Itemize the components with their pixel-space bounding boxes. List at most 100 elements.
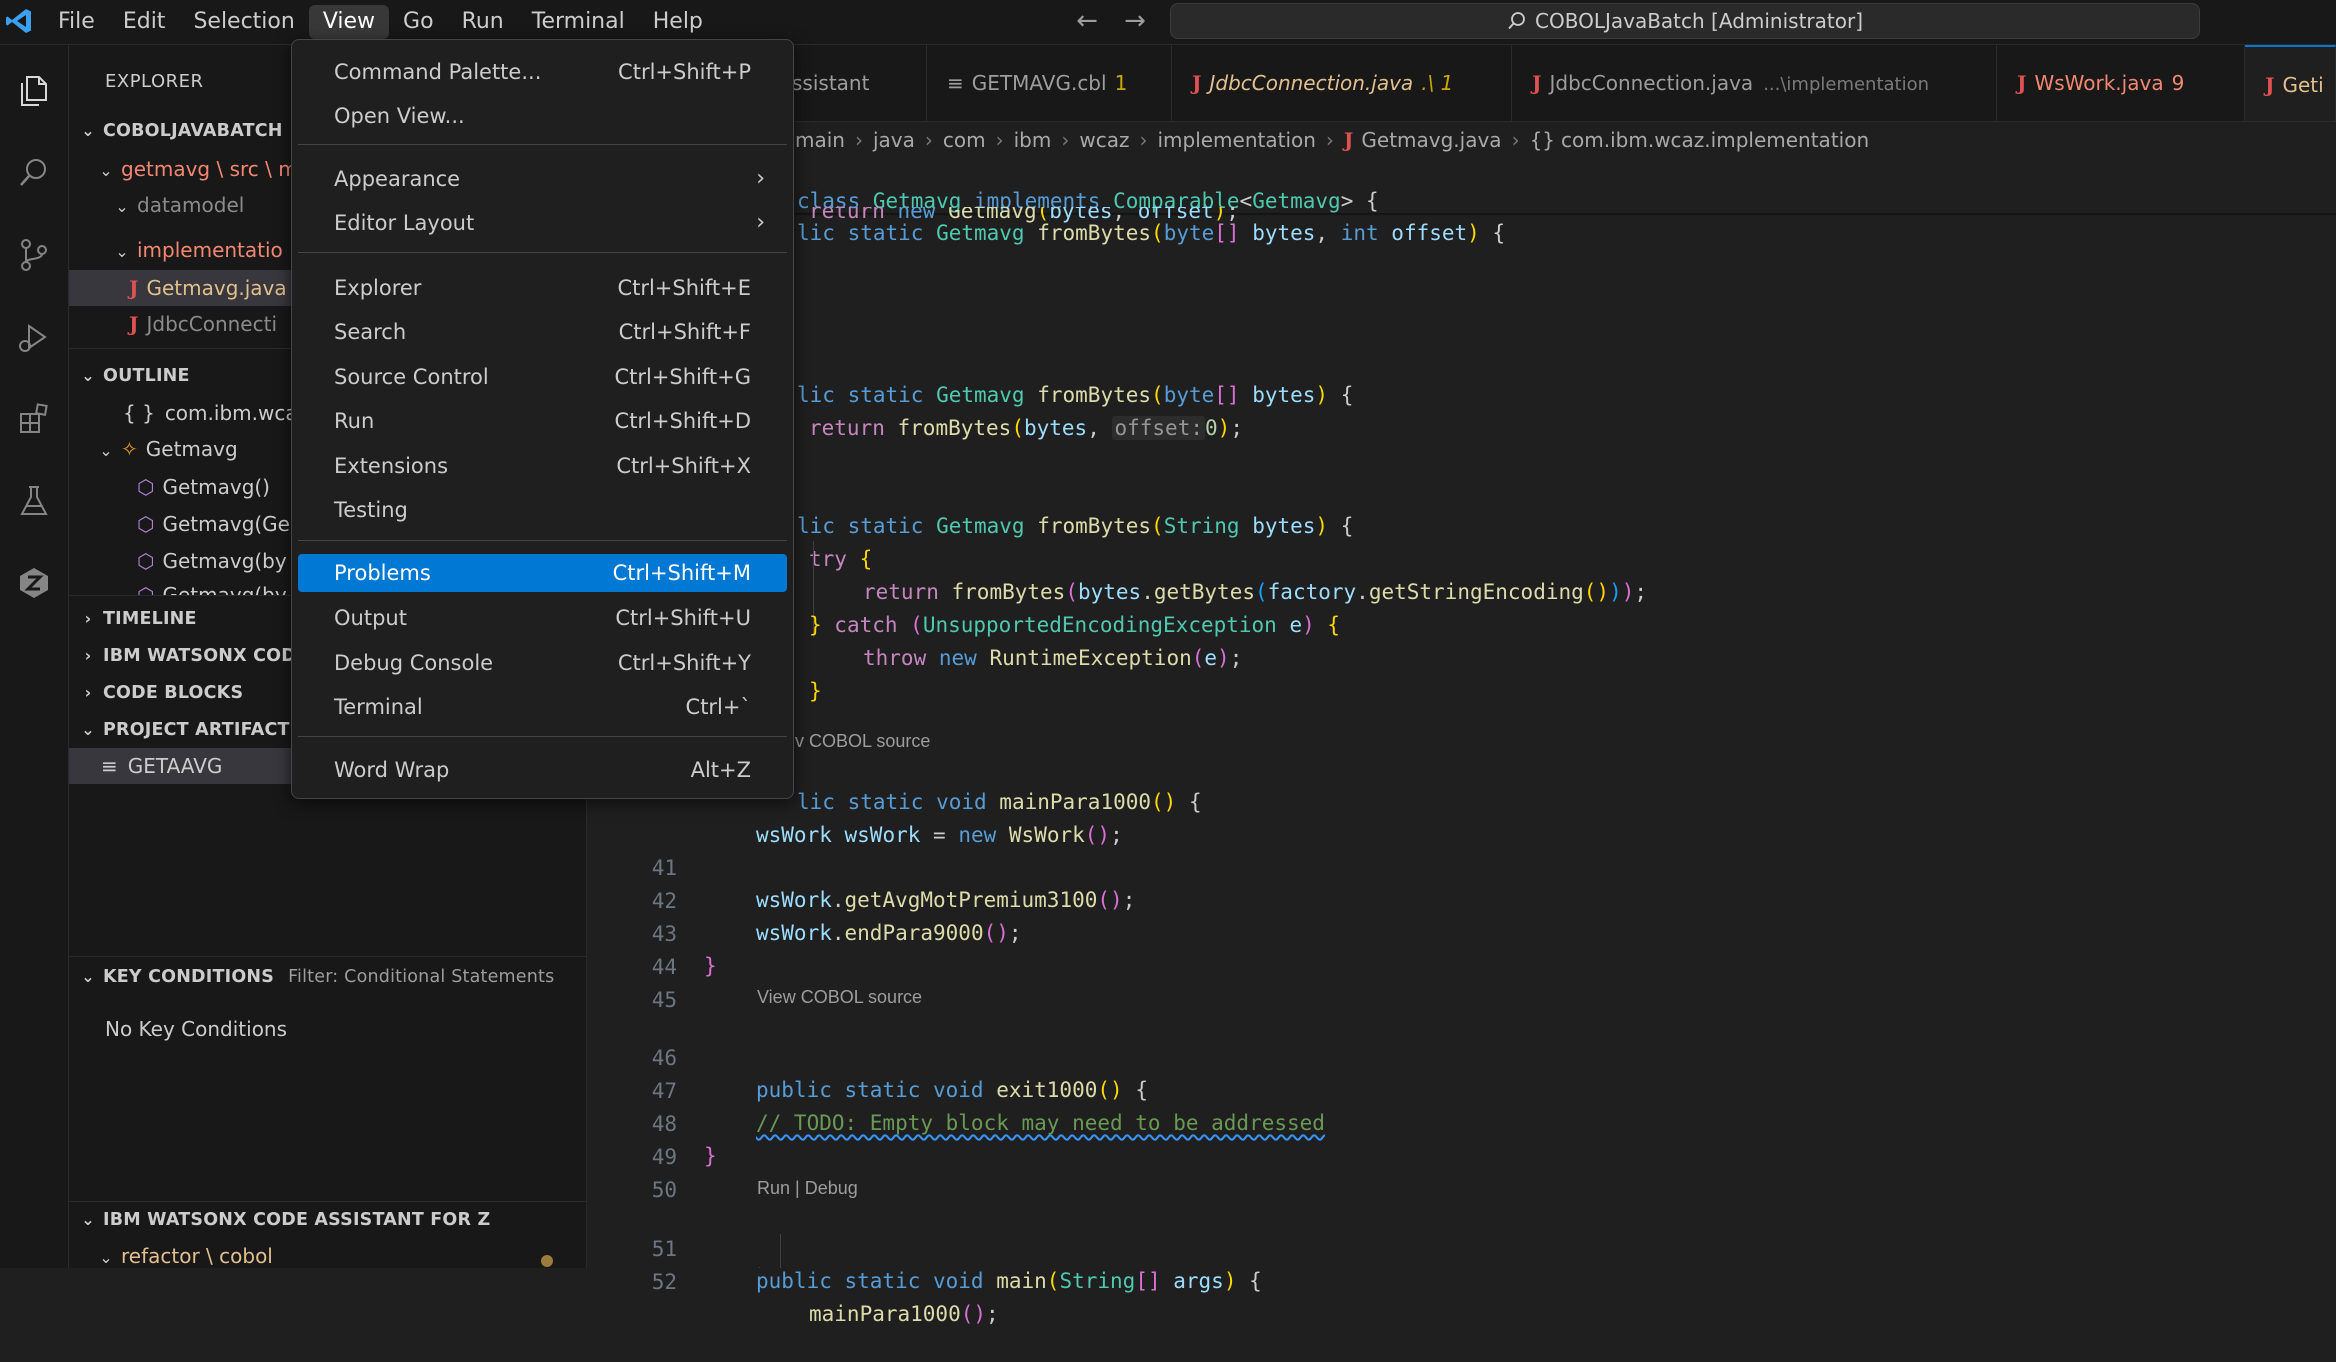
command-center-label: COBOLJavaBatch [Administrator] bbox=[1535, 9, 1863, 33]
code-line[interactable]: try { bbox=[587, 511, 2336, 571]
breadcrumb-item[interactable]: ibm bbox=[1014, 128, 1052, 152]
codelens-view-cobol-source[interactable]: v COBOL source bbox=[795, 731, 930, 752]
codelens-run-debug[interactable]: Run | Debug bbox=[757, 1178, 858, 1199]
code-line[interactable]: 41 wsWork.getAvgMotPremium3100(); bbox=[587, 820, 2336, 912]
outline-member-label: Getmavg() bbox=[162, 475, 270, 499]
code-line[interactable]: 52 mainPara1000(); bbox=[587, 1234, 2336, 1326]
chevron-down-icon: ⌄ bbox=[81, 121, 95, 140]
code-line[interactable]: lic static Getmavg fromBytes(String byte… bbox=[587, 478, 2336, 538]
extensions-icon[interactable] bbox=[10, 395, 58, 443]
key-conditions-filter: Filter: Conditional Statements bbox=[288, 967, 555, 987]
run-debug-icon[interactable] bbox=[10, 313, 58, 361]
chevron-down-icon: ⌄ bbox=[99, 161, 113, 180]
code-line[interactable]: 45 bbox=[587, 952, 2336, 1012]
menu-run[interactable]: Run bbox=[448, 5, 518, 39]
menu-testing[interactable]: Testing bbox=[298, 491, 787, 529]
menu-file[interactable]: File bbox=[44, 5, 109, 39]
explorer-title: EXPLORER bbox=[105, 71, 204, 92]
menu-output[interactable]: Output Ctrl+Shift+U bbox=[298, 599, 787, 637]
view-menu-dropdown: Command Palette... Ctrl+Shift+P Open View… bbox=[291, 39, 794, 799]
tab-jdbc-preview[interactable]: J JdbcConnection.java .\ 1 bbox=[1172, 45, 1512, 121]
method-cube-icon: ⬡ bbox=[137, 549, 155, 573]
breadcrumb-item[interactable]: com.ibm.wcaz.implementation bbox=[1561, 128, 1869, 152]
tab-wswork[interactable]: J WsWork.java 9 bbox=[1997, 45, 2245, 121]
code-line[interactable]: return fromBytes(bytes, offset:0); bbox=[587, 380, 2336, 440]
menu-open-view[interactable]: Open View... bbox=[298, 97, 787, 135]
code-line[interactable]: 44 bbox=[587, 919, 2336, 979]
tab-problem-count: 1 bbox=[1114, 71, 1128, 95]
code-line[interactable]: 50 bbox=[587, 1142, 2336, 1202]
list-lines-icon: ≡ bbox=[101, 754, 118, 778]
menu-editor-layout[interactable]: Editor Layout › bbox=[298, 204, 787, 242]
key-conditions-header[interactable]: ⌄ KEY CONDITIONS Filter: Conditional State… bbox=[69, 959, 586, 995]
code-line[interactable]: } bbox=[587, 643, 2336, 703]
arrow-left-icon[interactable]: ← bbox=[1072, 8, 1102, 36]
breadcrumb-item[interactable]: main bbox=[795, 128, 845, 152]
menu-terminal[interactable]: Terminal bbox=[518, 5, 639, 39]
source-control-icon[interactable] bbox=[10, 231, 58, 279]
code-line[interactable]: 48 } bbox=[587, 1076, 2336, 1168]
tab-jdbc-implementation[interactable]: J JdbcConnection.java ...\implementation bbox=[1512, 45, 1997, 121]
java-file-icon: J bbox=[2265, 73, 2275, 97]
tab-getmavg-cbl[interactable]: ≡ GETMAVG.cbl 1 bbox=[927, 45, 1172, 121]
code-line[interactable]: lic static Getmavg fromBytes(byte[] byte… bbox=[587, 347, 2336, 407]
code-line[interactable]: 42 wsWork.endPara9000(); bbox=[587, 853, 2336, 945]
code-line[interactable]: 49 bbox=[587, 1109, 2336, 1169]
menu-view[interactable]: View bbox=[308, 5, 390, 39]
code-line[interactable]: return new Getmavg(bytes, offset); bbox=[587, 207, 2336, 227]
explorer-icon[interactable] bbox=[10, 67, 58, 115]
tree-folder-refactor[interactable]: ⌄ refactor \ cobol bbox=[69, 1238, 586, 1274]
vscode-logo-icon bbox=[6, 9, 31, 33]
watsonx-z-header[interactable]: ⌄ IBM WATSONX CODE ASSISTANT FOR Z bbox=[69, 1202, 586, 1238]
menu-run[interactable]: Run Ctrl+Shift+D bbox=[298, 402, 787, 440]
sticky-line-class[interactable]: class Getmavg implements Comparable<Getm… bbox=[587, 153, 2336, 213]
java-file-icon: J bbox=[129, 312, 139, 336]
menu-edit[interactable]: Edit bbox=[109, 5, 180, 39]
menu-terminal[interactable]: Terminal Ctrl+` bbox=[298, 688, 787, 726]
codelens-view-cobol-source[interactable]: View COBOL source bbox=[757, 987, 922, 1008]
breadcrumb-item[interactable]: java bbox=[873, 128, 915, 152]
command-center[interactable]: COBOLJavaBatch [Administrator] bbox=[1170, 3, 2200, 39]
code-line[interactable]: 46 public static void exit1000() { bbox=[587, 1010, 2336, 1102]
breadcrumb-item[interactable]: Getmavg.java bbox=[1361, 128, 1501, 152]
menu-debug-console[interactable]: Debug Console Ctrl+Shift+Y bbox=[298, 644, 787, 682]
menu-help[interactable]: Help bbox=[639, 5, 717, 39]
chevron-down-icon: ⌄ bbox=[81, 720, 95, 739]
search-icon[interactable] bbox=[10, 149, 58, 197]
code-line[interactable]: wsWork wsWork = new WsWork(); bbox=[587, 787, 2336, 847]
editor-area: ssistant ≡ GETMAVG.cbl 1 J JdbcConnection.j… bbox=[587, 45, 2336, 1326]
breadcrumb-item[interactable]: com bbox=[943, 128, 986, 152]
menu-word-wrap[interactable]: Word Wrap Alt+Z bbox=[298, 751, 787, 789]
code-line[interactable]: throw new RuntimeException(e); bbox=[587, 610, 2336, 670]
menu-selection[interactable]: Selection bbox=[179, 5, 308, 39]
file-jdbc-label: JdbcConnecti bbox=[146, 312, 278, 336]
breadcrumb-item[interactable]: implementation bbox=[1157, 128, 1315, 152]
outline-title: OUTLINE bbox=[103, 366, 190, 386]
code-line[interactable]: 47 // TODO: Empty block may need to be a… bbox=[587, 1043, 2336, 1135]
outline-member-label: Getmavg(Ge bbox=[162, 512, 290, 536]
arrow-right-icon[interactable]: → bbox=[1120, 8, 1150, 36]
breadcrumb-item[interactable]: wcaz bbox=[1079, 128, 1129, 152]
menu-explorer[interactable]: Explorer Ctrl+Shift+E bbox=[298, 269, 787, 307]
tab-getmavg-java[interactable]: J Geti bbox=[2245, 45, 2336, 121]
chevron-down-icon: ⌄ bbox=[81, 1210, 95, 1229]
code-line[interactable]: 51 public static void main(String[] args… bbox=[587, 1201, 2336, 1293]
code-line[interactable]: lic static void mainPara1000() { bbox=[587, 754, 2336, 814]
code-line[interactable]: } catch (UnsupportedEncodingException e)… bbox=[587, 577, 2336, 637]
menu-problems[interactable]: Problems Ctrl+Shift+M bbox=[298, 554, 787, 592]
menu-command-palette[interactable]: Command Palette... Ctrl+Shift+P bbox=[298, 53, 787, 91]
key-conditions-title: KEY CONDITIONS bbox=[103, 967, 275, 987]
watsonx-z-icon[interactable] bbox=[10, 559, 58, 607]
menu-separator bbox=[298, 540, 787, 541]
menu-search[interactable]: Search Ctrl+Shift+F bbox=[298, 313, 787, 351]
menu-separator bbox=[298, 252, 787, 253]
code-line[interactable]: return fromBytes(bytes.getBytes(factory.… bbox=[587, 544, 2336, 604]
menu-source-control[interactable]: Source Control Ctrl+Shift+G bbox=[298, 358, 787, 396]
code-line[interactable]: 43 } bbox=[587, 886, 2336, 978]
testing-flask-icon[interactable] bbox=[10, 477, 58, 525]
tab-label: ssistant bbox=[792, 71, 870, 95]
menu-go[interactable]: Go bbox=[389, 5, 448, 39]
menu-appearance[interactable]: Appearance › bbox=[298, 160, 787, 198]
menu-extensions[interactable]: Extensions Ctrl+Shift+X bbox=[298, 447, 787, 485]
chevron-down-icon: ⌄ bbox=[115, 242, 129, 261]
